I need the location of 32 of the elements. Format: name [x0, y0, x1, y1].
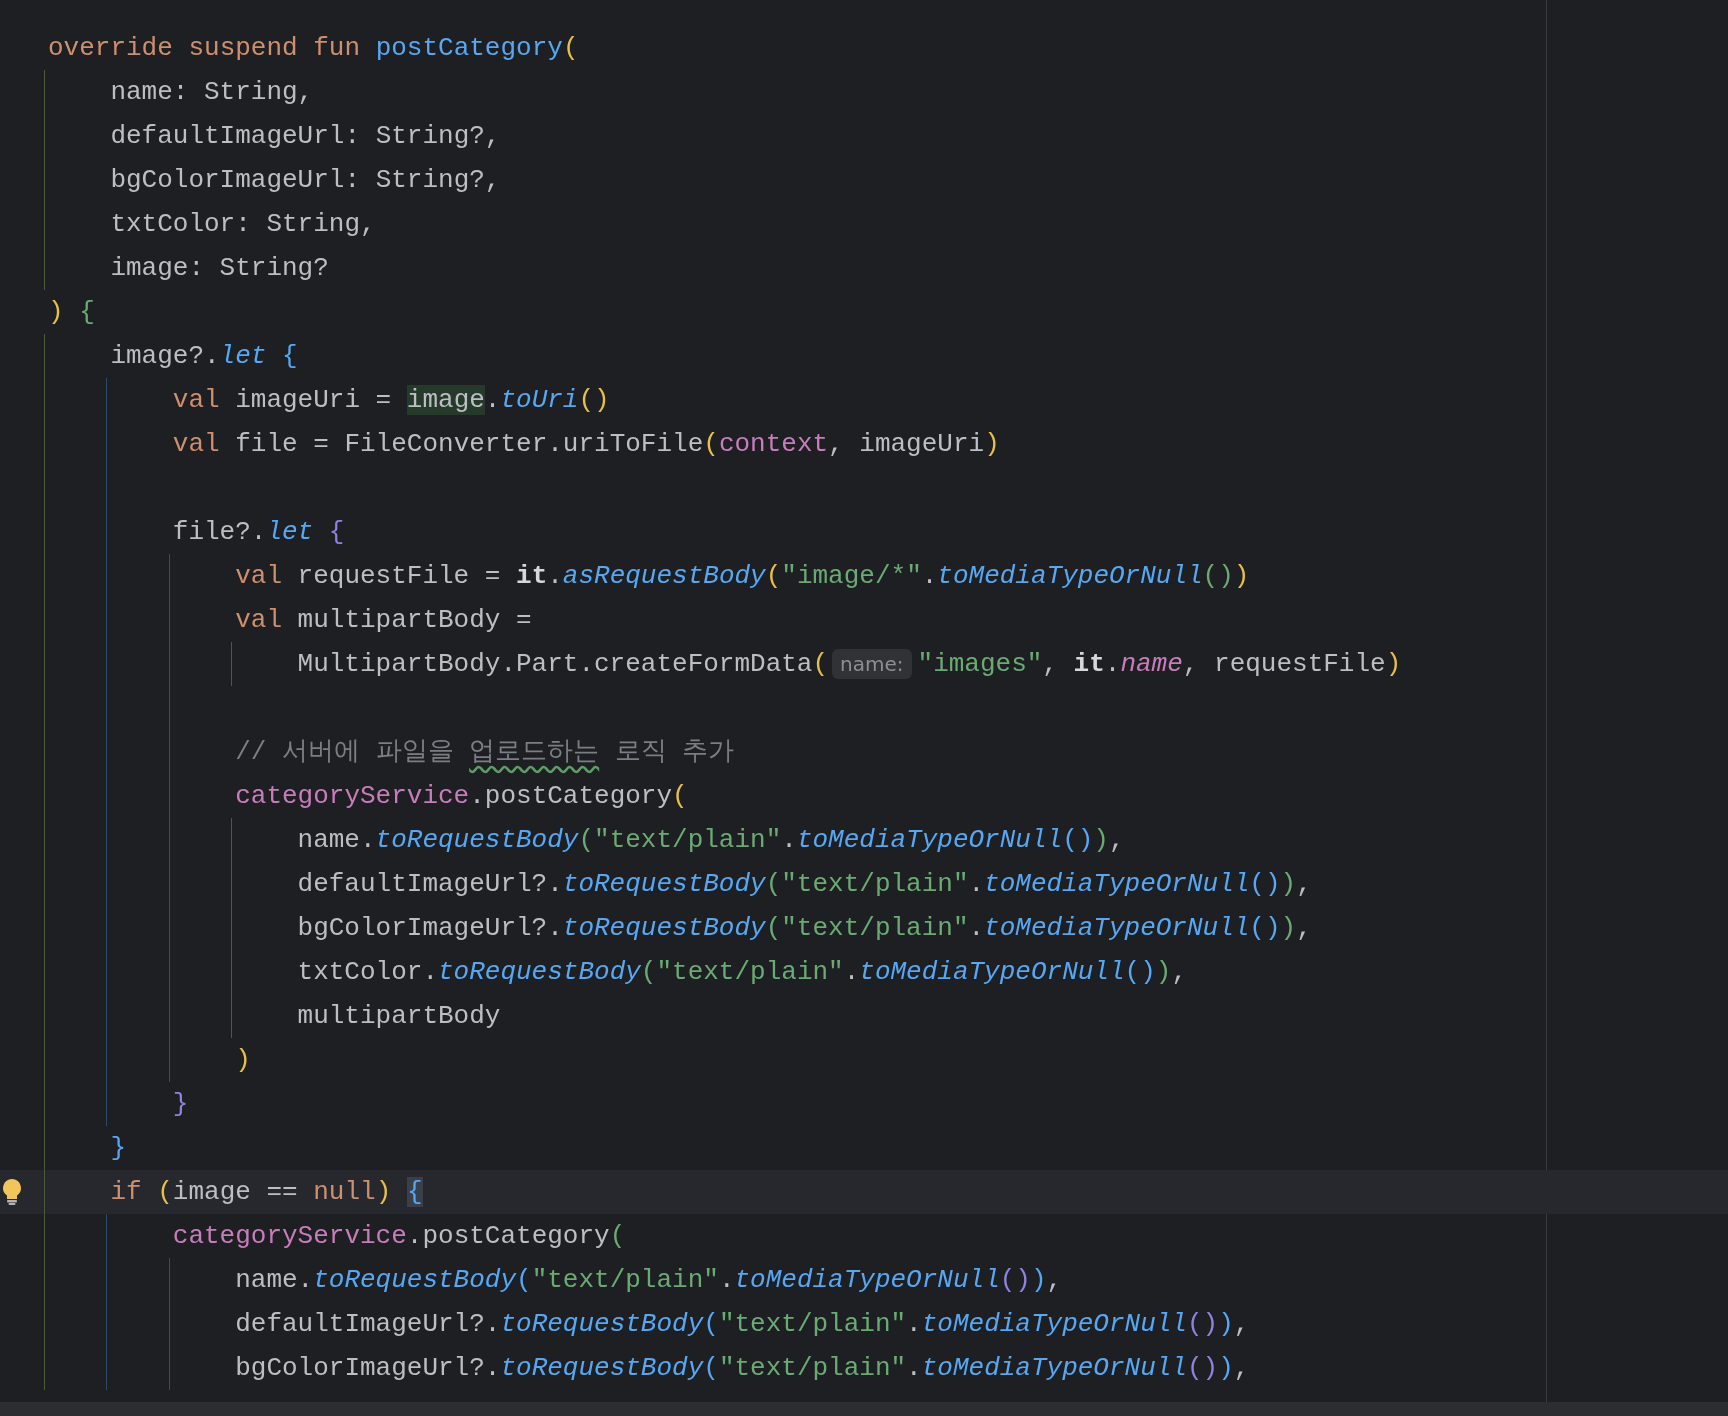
code-text: defaultImageUrl: String?, [110, 120, 501, 153]
code-text: bgColorImageUrl: String?, [110, 164, 501, 197]
code-text: defaultImageUrl?.toRequestBody("text/plain".toMediaTypeOrNull()), [297, 868, 1312, 901]
code-text: name.toRequestBody("text/plain".toMediaTypeOrNull()), [235, 1264, 1063, 1297]
code-text: // 서버에 파일을 업로드하는 로직 추가 [235, 736, 735, 769]
code-text: bgColorImageUrl?.toRequestBody("text/plain".toMediaTypeOrNull()), [297, 912, 1312, 945]
code-text: image: String? [110, 252, 329, 285]
code-text: val requestFile = it.asRequestBody("image/*".toMediaTypeOrNull()) [235, 560, 1250, 593]
code-text: } [172, 1088, 189, 1121]
code-text: MultipartBody.Part.createFormData( [297, 648, 829, 681]
code-text: ) { [48, 296, 95, 329]
code-text: override suspend fun postCategory( [48, 32, 579, 65]
code-text: file?.let { [172, 516, 345, 549]
code-text: txtColor: String, [110, 208, 376, 241]
lightbulb-icon[interactable] [2, 1178, 22, 1206]
parameter-hint: name: [832, 649, 912, 679]
code-text: categoryService.postCategory( [235, 780, 688, 813]
code-text: bgColorImageUrl?.toRequestBody("text/plain".toMediaTypeOrNull()), [235, 1352, 1250, 1385]
code-text: val multipartBody = [235, 604, 532, 637]
code-text: if (image == null) { [110, 1176, 423, 1209]
code-text: defaultImageUrl?.toRequestBody("text/plain".toMediaTypeOrNull()), [235, 1308, 1250, 1341]
code-text: "images", it.name, requestFile) [917, 648, 1402, 681]
code-text: multipartBody [297, 1000, 501, 1033]
code-text: val file = FileConverter.uriToFile(context, imageUri) [172, 428, 1000, 461]
code-text: image?.let { [110, 340, 298, 373]
code-text: } [110, 1132, 126, 1165]
code-text: val imageUri = image.toUri() [172, 384, 610, 417]
code-text: name.toRequestBody("text/plain".toMediaTypeOrNull()), [297, 824, 1125, 857]
code-text: txtColor.toRequestBody("text/plain".toMediaTypeOrNull()), [297, 956, 1187, 989]
code-text: categoryService.postCategory( [172, 1220, 626, 1253]
code-text: ) [235, 1044, 251, 1077]
code-text: name: String, [110, 76, 314, 109]
